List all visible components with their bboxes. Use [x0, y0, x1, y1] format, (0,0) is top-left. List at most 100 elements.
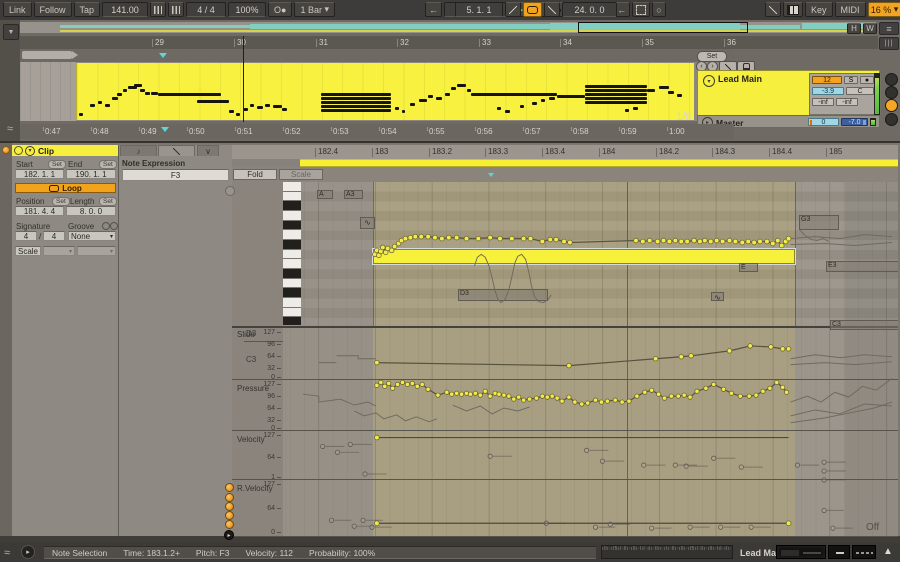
fixed-height-button[interactable]: H — [847, 23, 861, 34]
ghost-expression-icon[interactable]: ∿ — [711, 292, 724, 301]
arrangement-track-lane[interactable] — [20, 62, 734, 121]
groove-select[interactable]: None ▾ — [68, 231, 116, 241]
unfold-track-button[interactable]: ▾ — [703, 75, 715, 87]
lane-chooser-icon[interactable] — [225, 502, 234, 511]
preview-play-icon[interactable]: ▸ — [21, 545, 35, 559]
lane-chooser-icon[interactable] — [225, 483, 234, 492]
follow-playhead-button[interactable]: ← — [425, 2, 442, 17]
time-signature-field[interactable]: 4 / 4 — [186, 2, 227, 17]
black-key[interactable] — [283, 220, 301, 231]
lane-chooser-top-icon[interactable] — [225, 186, 235, 196]
clip-position-field[interactable]: 181. 4. 4 — [15, 206, 64, 216]
lane-grid-pressure[interactable] — [283, 379, 898, 430]
midi-channel-field[interactable]: 12 — [812, 76, 842, 84]
track-name[interactable]: Lead Main — [718, 74, 762, 84]
lane-grid-velocity[interactable] — [283, 430, 898, 479]
loop-start-field[interactable]: 5. 1. 1 — [455, 2, 503, 17]
white-key[interactable] — [283, 249, 301, 260]
clip-length-field[interactable]: 8. 0. 0 — [66, 206, 116, 216]
computer-midi-keyboard-button[interactable] — [783, 2, 803, 17]
overview-viewport-frame[interactable] — [578, 22, 748, 33]
clip-color-chooser[interactable] — [2, 146, 10, 154]
ghost-note[interactable]: C3 — [830, 320, 898, 330]
signature-numerator-field[interactable]: 4 — [15, 231, 37, 241]
black-key[interactable] — [283, 288, 301, 299]
overview-menu-icon[interactable]: ≡ — [879, 22, 899, 35]
white-key[interactable] — [283, 230, 301, 240]
punch-out-button[interactable] — [544, 2, 560, 17]
metronome-button[interactable]: O● — [268, 2, 293, 17]
fold-button[interactable]: Fold — [233, 169, 277, 180]
white-key[interactable] — [283, 211, 301, 221]
lane-chooser-icon[interactable] — [225, 520, 234, 529]
arm-button[interactable]: ● — [860, 76, 874, 84]
scale-root-select[interactable]: ▾ — [43, 246, 75, 256]
track-stop-button[interactable] — [885, 86, 898, 99]
session-record-button[interactable] — [632, 2, 651, 17]
scale-toggle-button[interactable]: Scale — [15, 246, 41, 256]
loop-length-field[interactable]: 24. 0. 0 — [562, 2, 617, 17]
set-end-button[interactable]: Set — [99, 160, 117, 169]
tab-notes[interactable]: ♪ — [120, 145, 157, 156]
draw-mode-button[interactable] — [765, 2, 781, 17]
black-key[interactable] — [283, 240, 301, 250]
tempo-field[interactable]: 141.00 — [102, 2, 149, 17]
set-position-button[interactable]: Set — [52, 197, 70, 206]
lane-chooser-icon[interactable] — [225, 493, 234, 502]
show-hide-arrow-icon[interactable]: ▲ — [883, 546, 893, 557]
close-arrangement-button[interactable]: ▼ — [3, 24, 19, 40]
white-key[interactable] — [283, 307, 301, 318]
nudge-down-button[interactable] — [150, 2, 167, 17]
arrangement-overview[interactable] — [20, 22, 876, 33]
zoom-back-icon[interactable]: ≈ — [4, 547, 10, 559]
black-key[interactable] — [283, 269, 301, 279]
editor-beat-ruler[interactable]: 182.4 183 183.2 183.3 183.4 184 184.2 184.3 184.… — [232, 145, 898, 160]
lane-chooser-icon[interactable] — [225, 511, 234, 520]
tap-tempo-button[interactable]: Tap — [73, 2, 101, 17]
set-start-button[interactable]: Set — [48, 160, 66, 169]
white-key[interactable] — [283, 191, 301, 202]
midi-map-button[interactable]: MIDI — [834, 2, 866, 17]
master-volume-field[interactable]: -7.0 — [841, 118, 868, 126]
track-volume-field[interactable]: -3.9 — [812, 87, 844, 95]
lead-main-arrangement-clip[interactable] — [76, 63, 694, 120]
white-key[interactable] — [283, 278, 301, 289]
clip-activator-icon[interactable] — [14, 146, 23, 155]
follow-button[interactable]: Follow — [33, 2, 72, 17]
black-key[interactable] — [283, 201, 301, 211]
ghost-note[interactable]: E — [739, 263, 758, 272]
zoom-back-icon[interactable]: ≈ — [2, 122, 18, 135]
ghost-note[interactable]: A — [317, 190, 333, 199]
link-button[interactable]: Link — [3, 2, 32, 17]
editor-loop-bar[interactable] — [300, 159, 898, 167]
hot-swap-groove-icon[interactable] — [110, 222, 118, 230]
fold-panel-button[interactable]: ▾ — [25, 145, 35, 156]
signature-denominator-field[interactable]: 4 — [43, 231, 65, 241]
lane-grid-rvelocity[interactable] — [283, 479, 898, 536]
time-ruler[interactable]: 0:47 0:48 0:49 0:50 0:51 0:52 0:53 0:54 0:55 0:56… — [20, 124, 734, 139]
ghost-note[interactable]: G3 — [799, 215, 839, 230]
nudge-up-button[interactable] — [168, 2, 185, 17]
scale-highlight-button[interactable]: Scale — [279, 169, 323, 180]
fixed-width-button[interactable]: W — [863, 23, 877, 34]
track-record-indicator[interactable] — [885, 99, 898, 112]
fold-detail-button[interactable]: ∨ — [197, 145, 219, 156]
capture-midi-button[interactable]: ○ — [652, 2, 666, 17]
white-key[interactable] — [283, 298, 301, 308]
scale-name-select[interactable]: ▾ — [77, 246, 116, 256]
track-stop-button[interactable] — [885, 73, 898, 86]
selected-note-field[interactable]: F3 — [122, 169, 229, 181]
track-header-lead-main[interactable]: ▾ Lead Main 12 S ● -3.9 C -inf -inf — [697, 70, 881, 116]
clip-start-field[interactable]: 182. 1. 1 — [15, 169, 64, 179]
loop-button[interactable] — [523, 2, 542, 17]
ghost-note[interactable]: A3 — [344, 190, 363, 199]
track-stop-button[interactable] — [885, 113, 898, 126]
white-key[interactable] — [283, 259, 301, 270]
send-a-field[interactable]: -inf — [812, 98, 834, 106]
punch-in-button[interactable] — [505, 2, 521, 17]
clip-panel-header[interactable]: ▾ Clip — [12, 145, 118, 156]
send-b-field[interactable]: -inf — [836, 98, 858, 106]
lane-grid-slide[interactable] — [283, 325, 898, 379]
ghost-note[interactable]: D3 — [458, 289, 548, 301]
quantization-menu[interactable]: 1 Bar ▾ — [294, 2, 336, 17]
